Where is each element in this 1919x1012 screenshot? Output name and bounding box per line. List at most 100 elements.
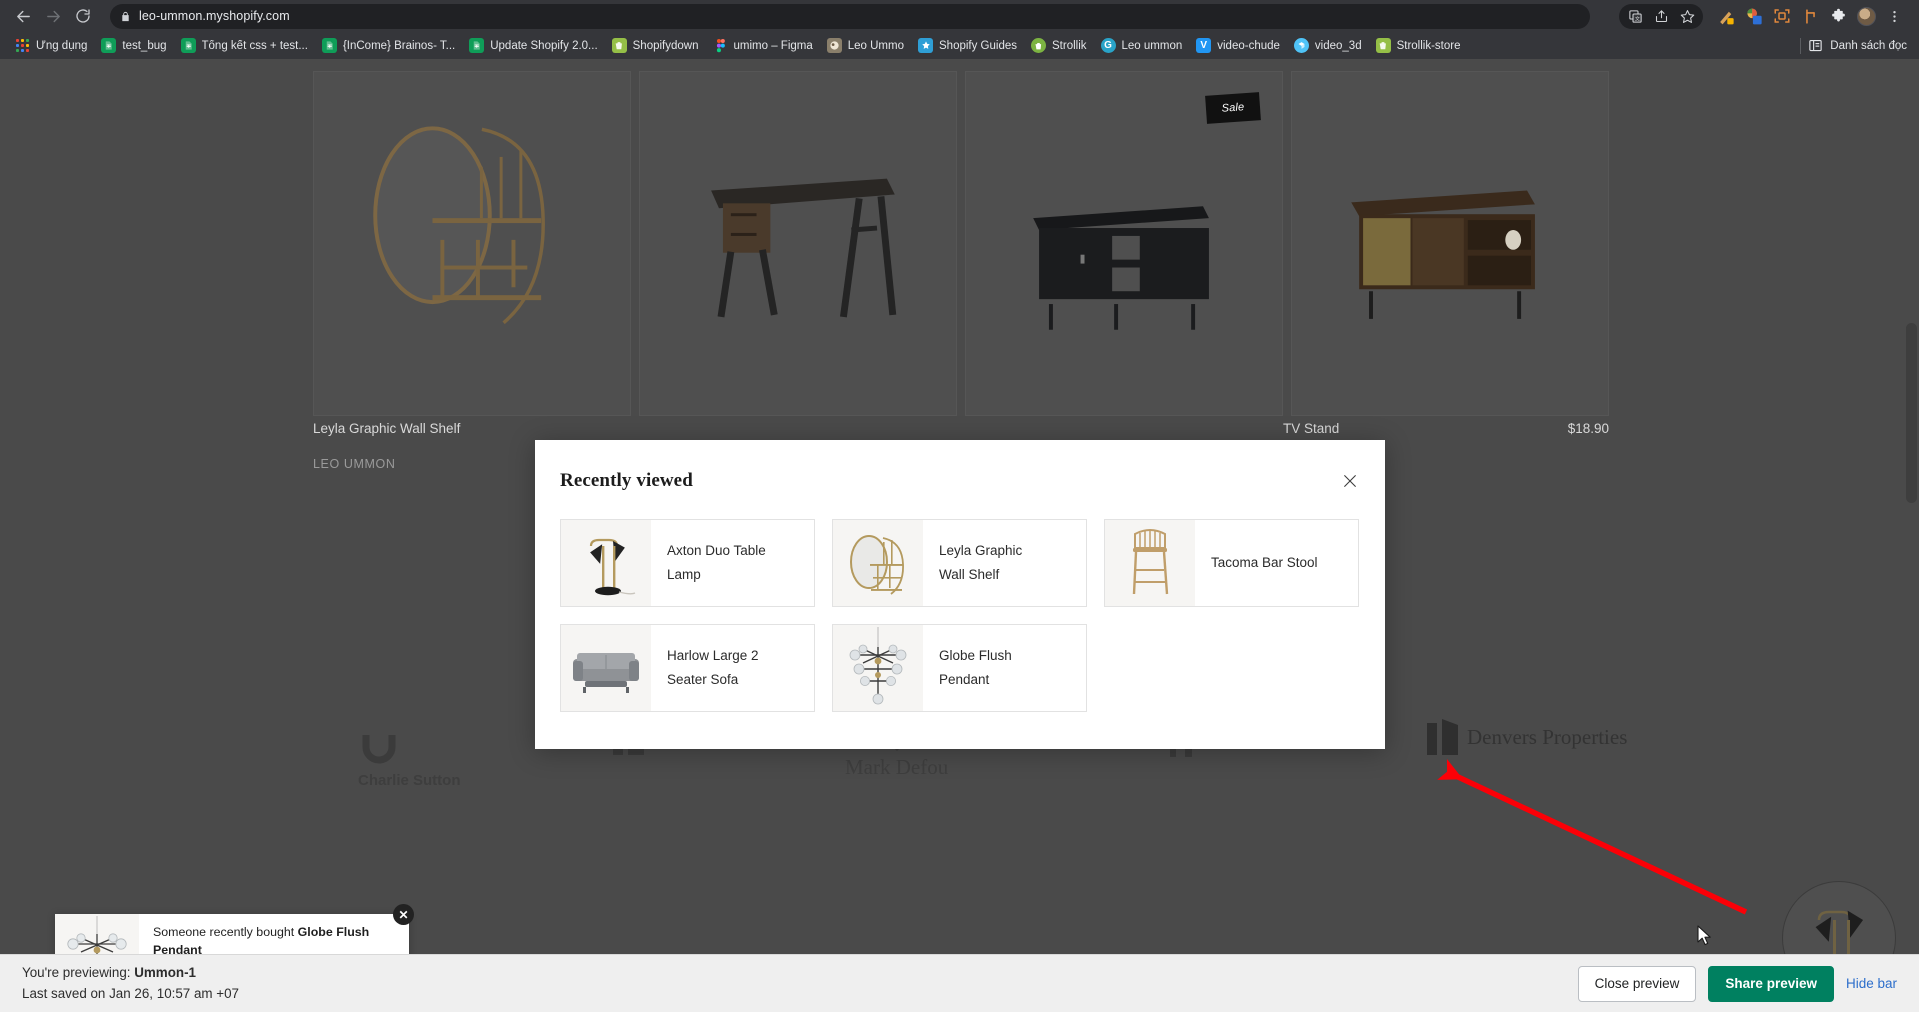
recently-viewed-name: Harlow Large 2 Seater Sofa	[667, 648, 759, 687]
bookmark-item-umimo-figma[interactable]: umimo – Figma	[706, 35, 820, 56]
bookmark-label: Ứng dụng	[36, 39, 88, 52]
share-preview-button[interactable]: Share preview	[1708, 965, 1834, 1002]
recently-viewed-item[interactable]: Axton Duo Table Lamp	[560, 519, 815, 607]
profile-avatar-icon[interactable]	[1853, 3, 1879, 29]
bookmark-item-shopify-guides[interactable]: Shopify Guides	[911, 35, 1024, 56]
screenshot-icon[interactable]	[1769, 3, 1795, 29]
photo-icon	[826, 38, 842, 53]
table-lamp-icon	[589, 538, 636, 596]
google-sheets-icon	[469, 38, 485, 53]
bookmark-label: Leo Ummo	[847, 39, 904, 52]
wall-shelf-thumb	[833, 520, 923, 606]
page-scrollbar[interactable]	[1904, 118, 1919, 1012]
bookmark-label: Update Shopify 2.0...	[490, 39, 598, 52]
lock-icon	[120, 10, 131, 23]
black-sideboard-image	[1033, 206, 1209, 330]
writing-desk-image	[711, 178, 897, 318]
recently-viewed-item[interactable]: Harlow Large 2 Seater Sofa	[560, 624, 815, 712]
product-card-tv-stand[interactable]	[1291, 71, 1609, 416]
shopify-bag-icon	[611, 38, 627, 53]
recently-viewed-name: Leyla Graphic Wall Shelf	[939, 543, 1023, 582]
divider	[1800, 37, 1802, 54]
address-bar[interactable]: leo-ummon.myshopify.com	[110, 3, 1590, 29]
kebab-menu-icon[interactable]	[1881, 3, 1907, 29]
recently-viewed-item[interactable]: Globe Flush Pendant	[832, 624, 1087, 712]
wall-shelf-icon	[850, 535, 904, 595]
bookmark-item-leo-ummo[interactable]: Leo Ummo	[820, 35, 911, 56]
previewing-line: You're previewing: Ummon-1	[22, 964, 196, 980]
product-card-writing-desk[interactable]	[639, 71, 957, 416]
reload-icon[interactable]	[68, 1, 98, 31]
bookmark-item-video-3d[interactable]: video_3d	[1287, 35, 1369, 56]
bookmark-star-icon[interactable]	[1674, 3, 1700, 29]
pendant-thumb	[833, 625, 923, 711]
close-circle-icon[interactable]: ✕	[393, 904, 414, 925]
brand-logo-charlie-sutton: Charlie Sutton	[358, 729, 461, 789]
close-x-icon[interactable]	[1337, 468, 1363, 494]
bookmark-item-tong-ket-css[interactable]: Tổng kết css + test...	[174, 35, 315, 56]
sale-badge: Sale	[1205, 92, 1261, 124]
bookmark-item-strollik[interactable]: Strollik	[1024, 35, 1094, 56]
bookmark-label: Shopify Guides	[939, 39, 1017, 52]
sofa-thumb	[561, 625, 651, 711]
product-card-wall-shelf[interactable]	[313, 71, 631, 416]
bookmark-item-apps[interactable]: Ứng dụng	[8, 35, 94, 56]
bookmark-label: Strollik-store	[1396, 39, 1461, 52]
table-lamp-thumb	[561, 520, 651, 606]
bookmark-item-video-chude[interactable]: V video-chude	[1189, 35, 1287, 56]
recently-viewed-name: Axton Duo Table Lamp	[667, 543, 766, 582]
toolbar-right-icons: 文	[1619, 3, 1911, 29]
browser-chrome: leo-ummon.myshopify.com 文 Ứng dụng test_…	[0, 0, 1919, 59]
scrollbar-thumb[interactable]	[1906, 323, 1917, 503]
bookmark-label: Leo ummon	[1121, 39, 1183, 52]
preview-bar-actions: Close preview Share preview Hide bar	[1577, 965, 1897, 1002]
bookmark-item-shopifydown[interactable]: Shopifydown	[605, 35, 706, 56]
share-icon[interactable]	[1648, 3, 1674, 29]
brand-name: Mark Defou	[845, 755, 949, 779]
recently-viewed-list: Axton Duo Table Lamp Leyla Graphic Wall …	[560, 519, 1360, 712]
shopify-bag-icon	[1375, 38, 1391, 53]
shopify-preview-bar: You're previewing: Ummon-1 Last saved on…	[0, 954, 1919, 1012]
omnibox-actions-group: 文	[1619, 3, 1703, 29]
recently-viewed-name: Tacoma Bar Stool	[1211, 555, 1318, 571]
bar-stool-thumb	[1105, 520, 1195, 606]
pen-highlighter-icon[interactable]	[1713, 3, 1739, 29]
bookmark-label: Strollik	[1052, 39, 1087, 52]
bookmark-item-strollik-store[interactable]: Strollik-store	[1369, 35, 1468, 56]
sky-circle-icon	[1293, 38, 1309, 53]
bookmark-item-update-shopify[interactable]: Update Shopify 2.0...	[462, 35, 604, 56]
forward-icon[interactable]	[38, 1, 68, 31]
bookmark-label: umimo – Figma	[733, 39, 813, 52]
bookmark-item-income-brainos[interactable]: {InCome} Brainos- T...	[315, 35, 462, 56]
apps-grid-icon	[15, 38, 30, 53]
shopify-guides-icon	[918, 38, 933, 53]
hide-bar-link[interactable]: Hide bar	[1846, 976, 1897, 991]
recently-viewed-item[interactable]: Tacoma Bar Stool	[1104, 519, 1359, 607]
brand-logo-denvers-2: Denvers Properties	[1427, 715, 1627, 761]
color-picker-icon[interactable]	[1741, 3, 1767, 29]
bookmark-label: video_3d	[1314, 39, 1362, 52]
browser-toolbar: leo-ummon.myshopify.com 文	[0, 0, 1919, 32]
modal-title: Recently viewed	[560, 470, 693, 491]
pendant-icon	[849, 627, 907, 705]
extensions-puzzle-icon[interactable]	[1825, 3, 1851, 29]
close-preview-button[interactable]: Close preview	[1577, 965, 1697, 1002]
bookmark-label: Shopifydown	[632, 39, 699, 52]
bookmark-item-test-bug[interactable]: test_bug	[94, 35, 173, 56]
reading-list-button[interactable]: Danh sách đọc	[1800, 37, 1919, 54]
denvers-mark-icon	[1427, 719, 1458, 755]
bookmark-item-leo-ummon[interactable]: G Leo ummon	[1094, 35, 1190, 56]
translate-icon[interactable]: 文	[1622, 3, 1648, 29]
recently-viewed-item[interactable]: Leyla Graphic Wall Shelf	[832, 519, 1087, 607]
recently-viewed-name: Globe Flush Pendant	[939, 648, 1012, 687]
git-branch-icon[interactable]	[1797, 3, 1823, 29]
recently-viewed-modal: Recently viewed Axton Duo Table Lamp Ley…	[535, 440, 1385, 749]
product-card-sideboard[interactable]: Sale	[965, 71, 1283, 416]
product-grid: Sale	[313, 71, 1609, 416]
preview-status-text: You're previewing: Ummon-1 Last saved on…	[22, 963, 239, 1005]
bookmark-label: Tổng kết css + test...	[201, 39, 308, 52]
back-icon[interactable]	[8, 1, 38, 31]
google-sheets-icon	[321, 38, 337, 53]
last-saved-line: Last saved on Jan 26, 10:57 am +07	[22, 985, 240, 1001]
bookmark-label: video-chude	[1217, 39, 1280, 52]
